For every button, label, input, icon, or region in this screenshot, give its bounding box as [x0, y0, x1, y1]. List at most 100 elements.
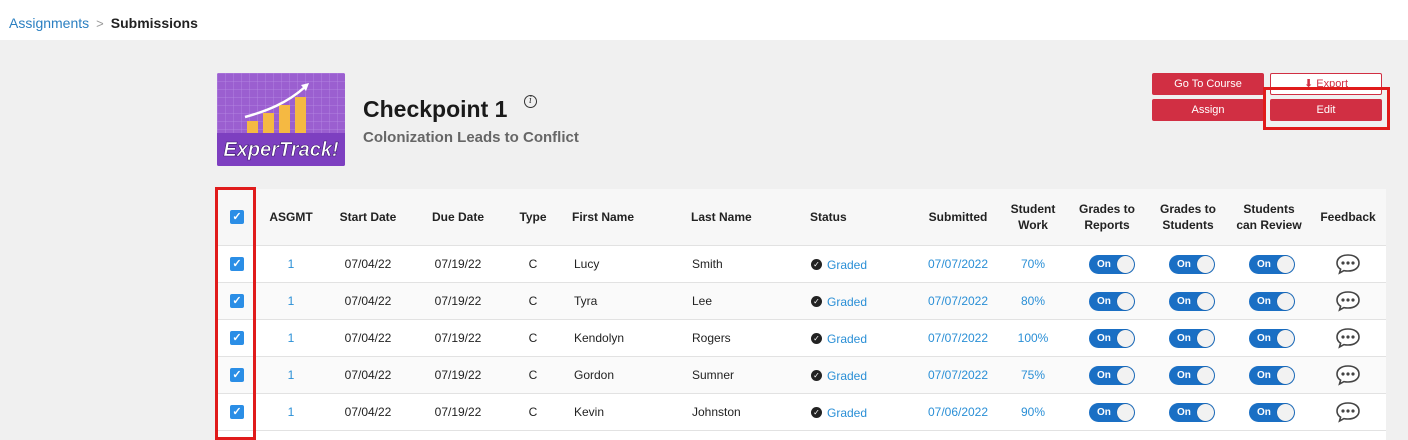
toggle-knob [1277, 367, 1294, 384]
cell-last-name: Lee [692, 294, 713, 308]
grades-to-reports-toggle[interactable]: On [1089, 366, 1135, 385]
toggle-knob [1117, 367, 1134, 384]
toggle-label: On [1177, 407, 1191, 418]
feedback-chat-icon[interactable] [1335, 327, 1361, 349]
header-grades-students-line1: Grades to [1159, 202, 1216, 216]
students-can-review-toggle[interactable]: On [1249, 292, 1295, 311]
cell-submitted-link[interactable]: 07/07/2022 [918, 357, 998, 394]
grades-to-students-toggle[interactable]: On [1169, 329, 1215, 348]
toggle-knob [1197, 404, 1214, 421]
cell-submitted-link[interactable]: 07/07/2022 [918, 246, 998, 283]
assign-button[interactable]: Assign [1152, 99, 1264, 121]
go-to-course-button[interactable]: Go To Course [1152, 73, 1264, 95]
cell-start-date: 07/04/22 [344, 368, 392, 382]
students-can-review-toggle[interactable]: On [1249, 366, 1295, 385]
cell-student-work-link[interactable]: 90% [998, 394, 1068, 431]
toggle-knob [1117, 256, 1134, 273]
header-feedback[interactable]: Feedback [1315, 209, 1381, 225]
cell-student-work-link[interactable]: 75% [998, 357, 1068, 394]
header-grades-reports-line2: Reports [1084, 218, 1130, 232]
grades-to-reports-toggle[interactable]: On [1089, 292, 1135, 311]
feedback-chat-icon[interactable] [1335, 364, 1361, 386]
header-status[interactable]: Status [810, 209, 890, 225]
header-grades-reports-line1: Grades to [1078, 202, 1135, 216]
cell-status[interactable]: ✓ Graded [811, 283, 901, 320]
cell-due-date: 07/19/22 [434, 368, 482, 382]
submissions-table: ✓ ASGMT Start Date Due Date Type First N… [217, 189, 1386, 440]
header-type[interactable]: Type [513, 209, 553, 225]
toggle-knob [1197, 367, 1214, 384]
cell-status[interactable]: ✓ Graded [811, 320, 901, 357]
cell-student-work-link[interactable]: 100% [998, 320, 1068, 357]
toggle-knob [1117, 404, 1134, 421]
header-student-work[interactable]: Student Work [998, 201, 1068, 233]
header-last-name[interactable]: Last Name [691, 209, 791, 225]
feedback-chat-icon[interactable] [1335, 253, 1361, 275]
grades-to-students-toggle[interactable]: On [1169, 403, 1215, 422]
toggle-label: On [1097, 333, 1111, 344]
grades-to-reports-toggle[interactable]: On [1089, 329, 1135, 348]
grades-to-students-toggle[interactable]: On [1169, 255, 1215, 274]
table-row: ✓ 1 07/04/22 07/19/22 C Tyra Lee ✓ Graded 07/07/2… [217, 283, 1386, 320]
cell-asgmt-link[interactable]: 1 [263, 357, 319, 394]
cell-type: C [528, 405, 538, 419]
status-label: Graded [827, 331, 868, 346]
header-first-name[interactable]: First Name [572, 209, 672, 225]
cell-asgmt-link[interactable]: 1 [263, 320, 319, 357]
table-row: ✓ 1 07/04/22 07/19/22 C Gordon Sumner ✓ Graded 07… [217, 357, 1386, 394]
cell-student-work-link[interactable]: 70% [998, 246, 1068, 283]
grades-to-reports-toggle[interactable]: On [1089, 255, 1135, 274]
breadcrumb-separator: > [96, 15, 104, 31]
cell-last-name: Smith [692, 257, 723, 271]
students-can-review-toggle[interactable]: On [1249, 255, 1295, 274]
toggle-label: On [1257, 333, 1271, 344]
header-students-review-line2: can Review [1236, 218, 1302, 232]
students-can-review-toggle[interactable]: On [1249, 403, 1295, 422]
breadcrumb-assignments-link[interactable]: Assignments [9, 15, 89, 31]
header-asgmt[interactable]: ASGMT [263, 209, 319, 225]
status-label: Graded [827, 405, 868, 420]
edit-highlight-box [1263, 87, 1390, 130]
cell-first-name: Tyra [574, 294, 598, 308]
cell-status[interactable]: ✓ Graded [811, 246, 901, 283]
toggle-label: On [1257, 259, 1271, 270]
top-bar: Assignments > Submissions [0, 0, 1408, 40]
cell-due-date: 07/19/22 [434, 405, 482, 419]
check-circle-icon: ✓ [811, 259, 822, 270]
grades-to-students-toggle[interactable]: On [1169, 366, 1215, 385]
cell-asgmt-link[interactable]: 1 [263, 394, 319, 431]
header-students-can-review[interactable]: Students can Review [1229, 201, 1309, 233]
header-student-work-line1: Student [1010, 202, 1056, 216]
header-grades-to-students[interactable]: Grades to Students [1153, 201, 1223, 233]
cell-asgmt-link[interactable]: 1 [263, 246, 319, 283]
header-grades-to-reports[interactable]: Grades to Reports [1072, 201, 1142, 233]
feedback-chat-icon[interactable] [1335, 401, 1361, 423]
cell-first-name: Kevin [574, 405, 605, 419]
header-submitted[interactable]: Submitted [918, 209, 998, 225]
breadcrumb: Assignments > Submissions [9, 15, 198, 31]
grades-to-reports-toggle[interactable]: On [1089, 403, 1135, 422]
cell-submitted-link[interactable]: 07/06/2022 [918, 394, 998, 431]
header-start-date[interactable]: Start Date [328, 209, 408, 225]
cell-last-name: Rogers [692, 331, 731, 345]
grades-to-students-toggle[interactable]: On [1169, 292, 1215, 311]
cell-asgmt-link[interactable]: 1 [263, 283, 319, 320]
assignment-title: Checkpoint 1 [363, 96, 508, 122]
toggle-knob [1277, 293, 1294, 310]
info-icon[interactable]: i [524, 95, 537, 108]
cell-submitted-link[interactable]: 07/07/2022 [918, 283, 998, 320]
table-row: ✓ 1 07/04/22 07/19/22 C Kendolyn Rogers ✓ Graded… [217, 320, 1386, 357]
cell-submitted-link[interactable]: 07/07/2022 [918, 320, 998, 357]
assignment-thumbnail: ExperTrack! [217, 73, 345, 166]
cell-student-work-link[interactable]: 80% [998, 283, 1068, 320]
students-can-review-toggle[interactable]: On [1249, 329, 1295, 348]
header-grades-students-line2: Students [1162, 218, 1214, 232]
cell-status[interactable]: ✓ Graded [811, 357, 901, 394]
feedback-chat-icon[interactable] [1335, 290, 1361, 312]
cell-first-name: Kendolyn [574, 331, 625, 345]
toggle-label: On [1177, 296, 1191, 307]
cell-due-date: 07/19/22 [434, 294, 482, 308]
check-circle-icon: ✓ [811, 296, 822, 307]
cell-status[interactable]: ✓ Graded [811, 394, 901, 431]
header-due-date[interactable]: Due Date [418, 209, 498, 225]
